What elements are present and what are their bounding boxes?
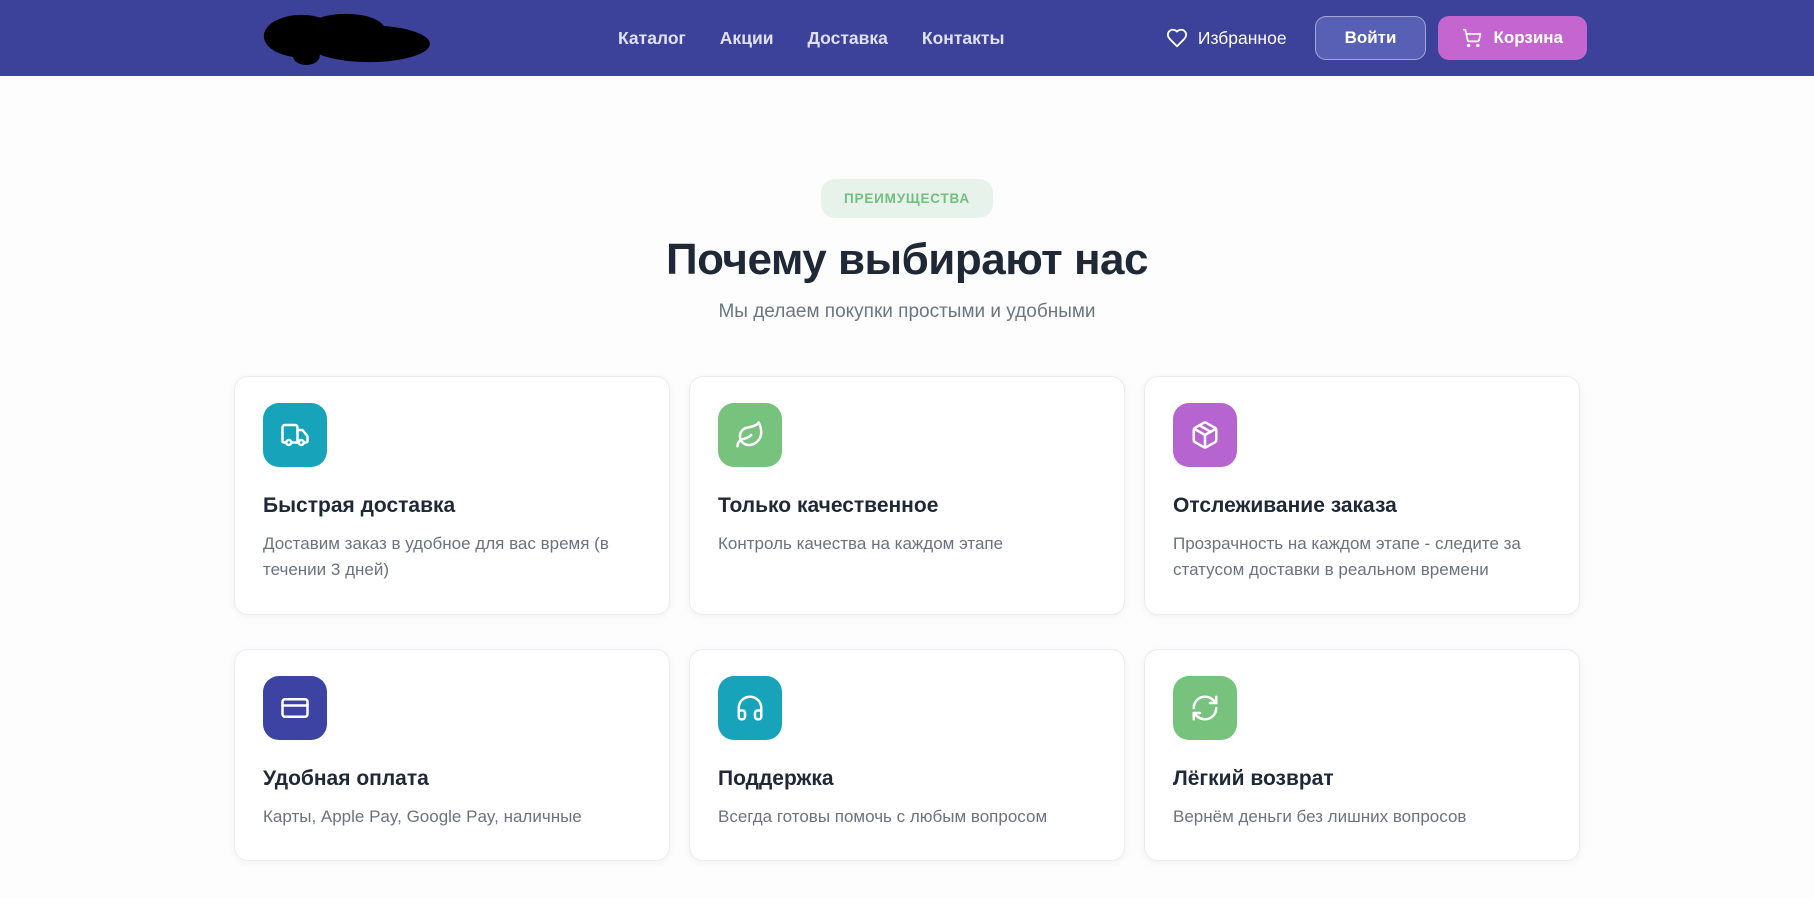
cart-button[interactable]: Корзина <box>1438 16 1587 60</box>
favorites-link[interactable]: Избранное <box>1166 27 1287 49</box>
card-title: Удобная оплата <box>263 766 429 790</box>
nav-link-catalog[interactable]: Каталог <box>618 28 686 49</box>
heart-icon <box>1166 27 1188 49</box>
card-title: Только качественное <box>718 494 939 517</box>
section-badge: ПРЕИМУЩЕСТВА <box>821 179 993 218</box>
package-icon <box>1173 403 1237 467</box>
card-title: Отслеживание заказа <box>1173 494 1397 517</box>
section-title: Почему выбирают нас <box>666 235 1148 284</box>
card-support: Поддержка Всегда готовы помочь с любым в… <box>689 648 1125 862</box>
refresh-icon <box>1173 675 1237 740</box>
card-title: Лёгкий возврат <box>1173 766 1334 790</box>
main-nav: Каталог Акции Доставка Контакты <box>618 28 1004 49</box>
credit-card-icon <box>263 675 327 740</box>
header-actions: Избранное Войти Корзина <box>1166 16 1587 60</box>
headphones-icon <box>718 675 782 740</box>
section-subtitle: Мы делаем покупки простыми и удобными <box>718 301 1096 322</box>
nav-link-contacts[interactable]: Контакты <box>922 28 1005 49</box>
nav-link-promos[interactable]: Акции <box>720 28 774 49</box>
card-description: Карты, Apple Pay, Google Pay, наличные <box>263 806 582 826</box>
card-description: Вернём деньги без лишних вопросов <box>1173 806 1467 826</box>
card-order-tracking: Отслеживание заказа Прозрачность на кажд… <box>1144 376 1580 615</box>
logo-blob <box>263 13 430 66</box>
nav-link-delivery[interactable]: Доставка <box>807 28 887 49</box>
cart-label: Корзина <box>1493 28 1563 47</box>
shopping-cart-icon <box>1462 28 1482 48</box>
card-description: Прозрачность на каждом этапе - следите з… <box>1173 534 1521 580</box>
card-easy-return: Лёгкий возврат Вернём деньги без лишних … <box>1144 648 1580 862</box>
leaf-icon <box>718 403 782 467</box>
advantages-section: ПРЕИМУЩЕСТВА Почему выбирают нас Мы дела… <box>0 76 1814 862</box>
card-easy-payment: Удобная оплата Карты, Apple Pay, Google … <box>234 648 670 862</box>
favorites-label: Избранное <box>1197 27 1287 48</box>
header-inner: Каталог Акции Доставка Контакты Избранно… <box>227 0 1587 76</box>
login-button[interactable]: Войти <box>1314 16 1427 60</box>
card-title: Быстрая доставка <box>263 494 456 517</box>
header: Каталог Акции Доставка Контакты Избранно… <box>0 0 1814 76</box>
card-description: Доставим заказ в удобное для вас время (… <box>263 534 609 580</box>
store-logo-redacted[interactable] <box>250 10 436 66</box>
card-description: Контроль качества на каждом этапе <box>718 534 1004 553</box>
card-fast-delivery: Быстрая доставка Доставим заказ в удобно… <box>234 376 670 615</box>
card-quality: Только качественное Контроль качества на… <box>689 376 1125 615</box>
advantage-cards-grid: Быстрая доставка Доставим заказ в удобно… <box>234 376 1580 862</box>
truck-icon <box>263 403 327 467</box>
card-title: Поддержка <box>718 766 834 790</box>
card-description: Всегда готовы помочь с любым вопросом <box>718 806 1048 826</box>
